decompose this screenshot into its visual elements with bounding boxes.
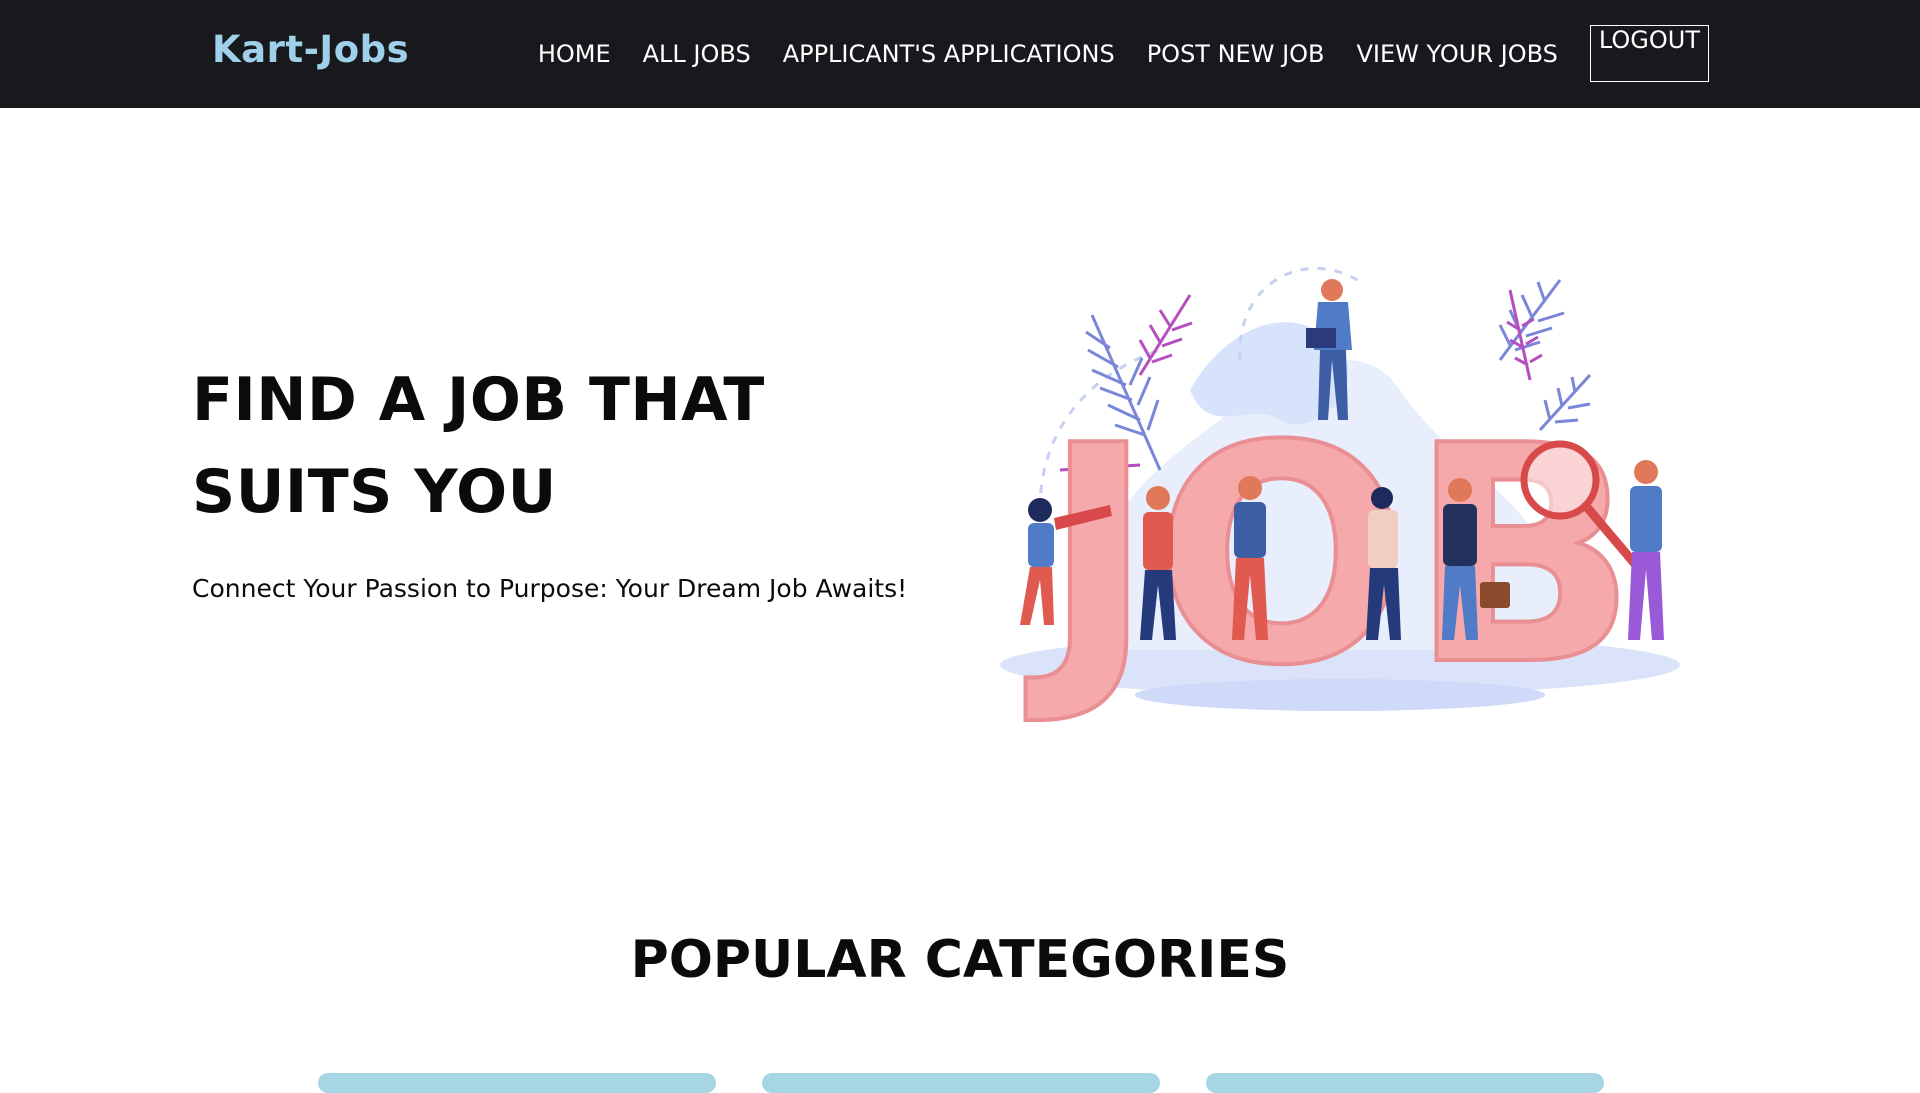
category-card[interactable] xyxy=(762,1073,1160,1093)
hero-title: FIND A JOB THAT SUITS YOU xyxy=(192,365,765,527)
logout-button[interactable]: LOGOUT xyxy=(1589,25,1709,82)
nav-links: HOME ALL JOBS APPLICANT'S APPLICATIONS P… xyxy=(538,24,1709,83)
job-letters: JOB xyxy=(1024,382,1638,730)
nav-post-new-job-link[interactable]: POST NEW JOB xyxy=(1147,40,1325,68)
category-card[interactable] xyxy=(1206,1073,1604,1093)
site-logo[interactable]: Kart-Jobs xyxy=(212,28,409,71)
hero-subtitle: Connect Your Passion to Purpose: Your Dr… xyxy=(192,574,908,603)
category-card[interactable] xyxy=(318,1073,716,1093)
person-with-magnifier xyxy=(1628,460,1664,640)
top-navbar: Kart-Jobs HOME ALL JOBS APPLICANT'S APPL… xyxy=(0,0,1920,108)
nav-view-your-jobs-link[interactable]: VIEW YOUR JOBS xyxy=(1357,40,1558,68)
job-search-illustration: JOB xyxy=(1000,267,1680,730)
popular-categories-heading: POPULAR CATEGORIES xyxy=(630,930,1290,990)
nav-all-jobs-link[interactable]: ALL JOBS xyxy=(643,40,751,68)
nav-applicants-applications-link[interactable]: APPLICANT'S APPLICATIONS xyxy=(783,40,1115,68)
nav-home-link[interactable]: HOME xyxy=(538,40,611,68)
